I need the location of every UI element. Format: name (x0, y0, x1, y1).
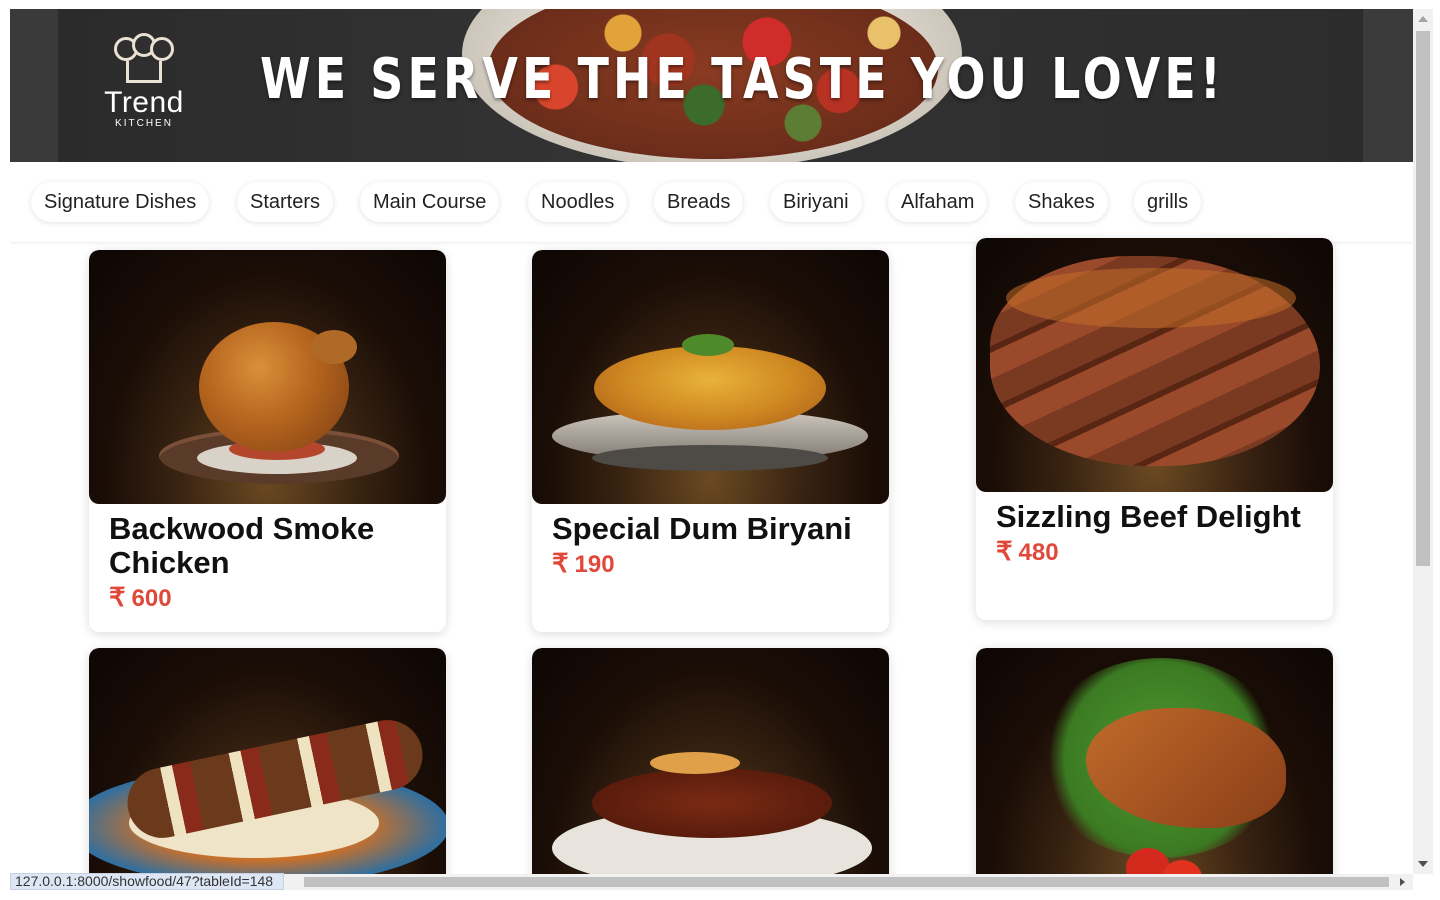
brand-logo[interactable]: Trend KITCHEN (94, 33, 194, 135)
category-shakes[interactable]: Shakes (1015, 182, 1108, 222)
page-viewport: Trend KITCHEN WE SERVE THE TASTE YOU LOV… (10, 9, 1413, 874)
dish-name: Special Dum Biryani (552, 511, 852, 546)
dish-image (89, 648, 446, 874)
dish-card[interactable] (532, 648, 889, 874)
dish-card[interactable]: Sizzling Beef Delight ₹480 (976, 238, 1333, 620)
dish-name: Backwood Smoke Chicken (109, 511, 375, 580)
scroll-up-icon[interactable] (1418, 16, 1428, 22)
dish-image (976, 238, 1333, 492)
banner-edge-right (1363, 9, 1413, 162)
category-breads[interactable]: Breads (654, 182, 744, 222)
dish-image (976, 648, 1333, 874)
vertical-scroll-thumb[interactable] (1416, 31, 1430, 566)
dish-card[interactable] (976, 648, 1333, 874)
dish-card[interactable] (89, 648, 446, 874)
rupee-icon: ₹ (109, 582, 126, 612)
category-grills[interactable]: grills (1134, 182, 1202, 222)
category-biriyani[interactable]: Biriyani (770, 182, 862, 222)
category-signature-dishes[interactable]: Signature Dishes (31, 182, 210, 222)
logo-subtitle: KITCHEN (115, 118, 173, 129)
dish-price: ₹600 (109, 582, 172, 612)
dish-image (89, 250, 446, 504)
link-status-bar: 127.0.0.1:8000/showfood/47?tableId=148 (10, 873, 285, 890)
vertical-scrollbar[interactable] (1413, 9, 1433, 874)
category-alfaham[interactable]: Alfaham (888, 182, 988, 222)
dish-image (532, 250, 889, 504)
dish-price: ₹480 (996, 536, 1059, 566)
dish-image (532, 648, 889, 874)
category-noodles[interactable]: Noodles (528, 182, 628, 222)
hero-banner: Trend KITCHEN WE SERVE THE TASTE YOU LOV… (10, 9, 1413, 162)
banner-slogan: WE SERVE THE TASTE YOU LOVE! (260, 47, 1225, 112)
logo-name: Trend (104, 86, 184, 119)
dish-price: ₹190 (552, 548, 615, 578)
rupee-icon: ₹ (996, 536, 1013, 566)
banner-edge-left (10, 9, 58, 162)
rupee-icon: ₹ (552, 548, 569, 578)
horizontal-scroll-thumb[interactable] (304, 877, 1389, 887)
category-nav: Signature Dishes Starters Main Course No… (10, 162, 1413, 243)
dish-name: Sizzling Beef Delight (996, 499, 1301, 534)
scroll-right-icon[interactable] (1400, 878, 1405, 886)
dish-card[interactable]: Backwood Smoke Chicken ₹600 (89, 250, 446, 632)
scroll-down-icon[interactable] (1418, 861, 1428, 867)
category-starters[interactable]: Starters (237, 182, 334, 222)
chef-hat-icon (112, 33, 176, 87)
category-main-course[interactable]: Main Course (360, 182, 500, 222)
dish-card[interactable]: Special Dum Biryani ₹190 (532, 250, 889, 632)
